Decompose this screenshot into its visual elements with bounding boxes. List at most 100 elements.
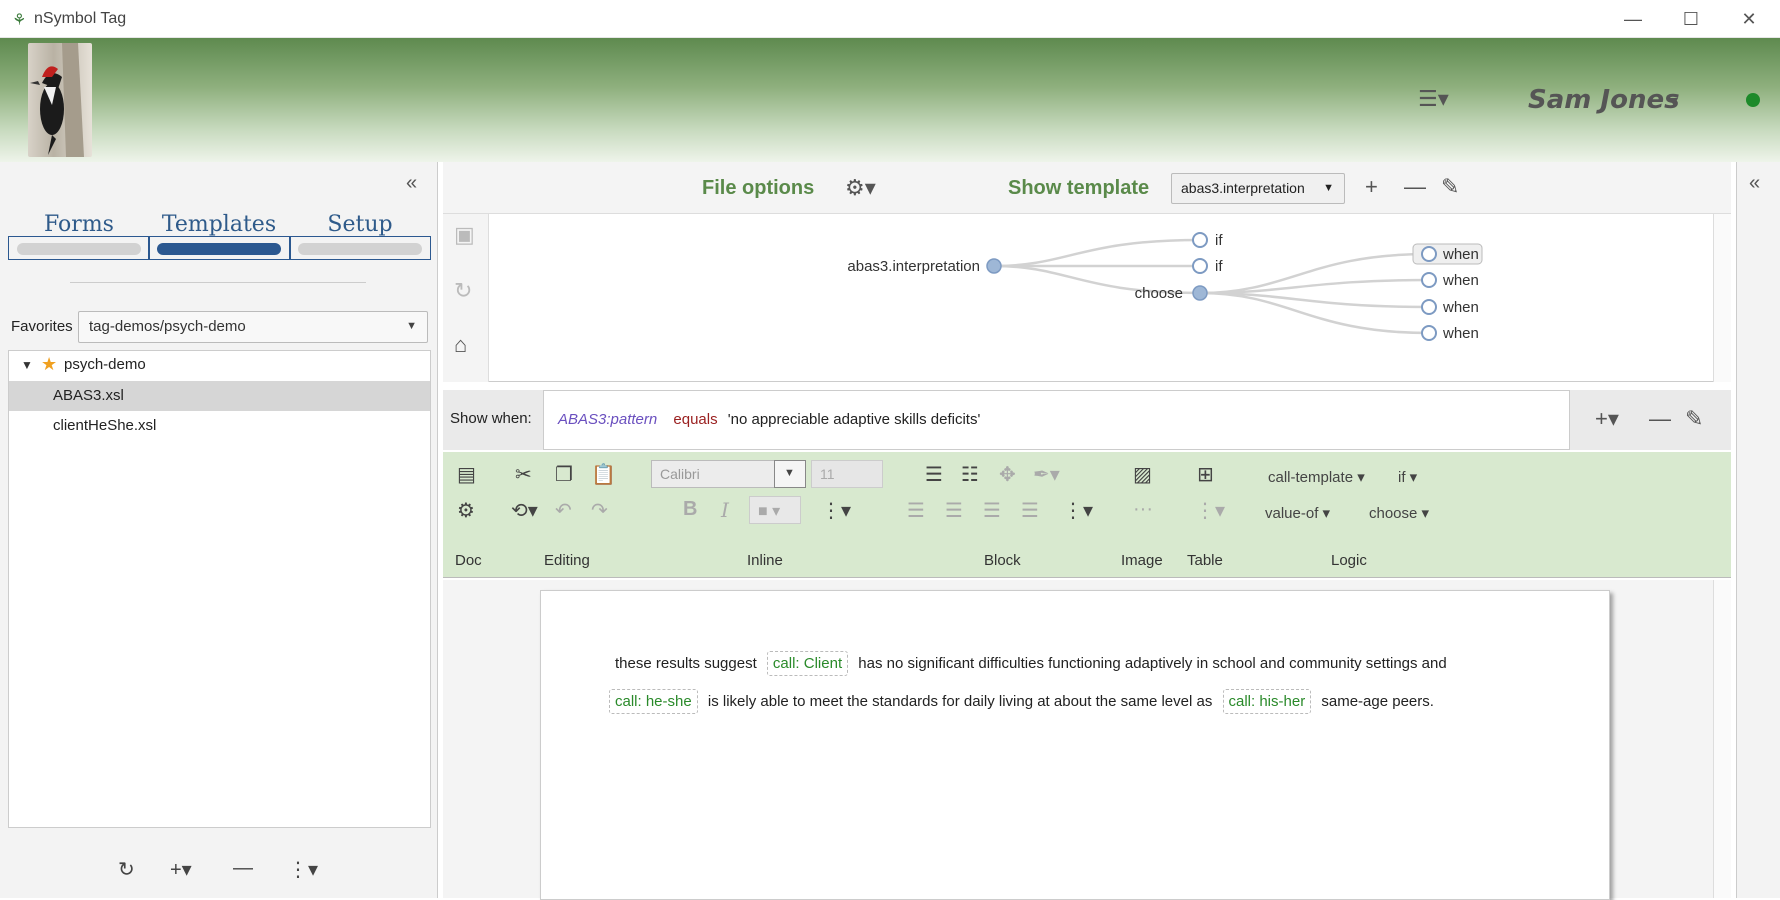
add-template-icon[interactable]: + — [1365, 174, 1378, 200]
chevron-down-icon: ▼ — [1323, 182, 1334, 194]
favorites-label: Favorites — [11, 318, 73, 335]
reload-icon[interactable]: ↻ — [454, 278, 472, 304]
font-size-select[interactable]: 11 — [811, 460, 883, 488]
template-toolbar: File options ⚙▾ Show template abas3.inte… — [443, 162, 1731, 214]
copy-icon[interactable]: ❐ — [555, 462, 573, 487]
remove-icon[interactable]: — — [233, 857, 253, 880]
title-bar: ⚘ nSymbol Tag — ☐ ✕ — [0, 0, 1780, 38]
file-options-label[interactable]: File options — [702, 177, 814, 200]
user-name[interactable]: Sam Jones — [1528, 85, 1680, 115]
node-if[interactable] — [1192, 232, 1208, 248]
tab-strip-border — [8, 236, 431, 260]
document-page[interactable]: these results suggest call: Client has n… — [540, 590, 1610, 900]
font-select[interactable]: Calibri — [651, 460, 775, 488]
justify-icon[interactable]: ☰ — [1021, 498, 1039, 523]
gear-menu-icon[interactable]: ⚙▾ — [845, 175, 876, 201]
node-choose[interactable] — [1192, 285, 1208, 301]
node-root[interactable] — [986, 258, 1002, 274]
edit-template-icon[interactable]: ✎ — [1441, 174, 1459, 200]
remove-template-icon[interactable]: — — [1404, 174, 1426, 200]
tree-folder-psych-demo[interactable]: ▼ ★ psych-demo — [9, 351, 430, 381]
find-replace-icon[interactable]: ⟲▾ — [511, 498, 538, 523]
call-he-she-chip[interactable]: call: he-she — [609, 689, 698, 714]
save-icon[interactable]: ▣ — [454, 222, 475, 248]
numbered-list-icon[interactable]: ☷ — [961, 462, 979, 487]
condition-variable: ABAS3:pattern — [558, 411, 658, 428]
more-menu-icon[interactable]: ⋮▾ — [288, 857, 318, 882]
edit-condition-icon[interactable]: ✎ — [1685, 406, 1703, 432]
chevron-down-icon: ▼ — [784, 467, 795, 479]
close-button[interactable]: ✕ — [1720, 0, 1778, 38]
connection-status-icon — [1746, 93, 1760, 107]
node-when[interactable] — [1421, 325, 1437, 341]
node-when[interactable] — [1421, 246, 1437, 262]
call-template-label: call-template — [1268, 469, 1354, 486]
show-when-bar: Show when: ABAS3:pattern equals 'no appr… — [443, 390, 1731, 450]
doc-text: has no significant difficulties function… — [858, 655, 1447, 672]
node-if-label: if — [1215, 258, 1223, 275]
condition-operator: equals — [673, 411, 718, 428]
refresh-icon[interactable]: ↻ — [118, 857, 135, 882]
image-more-icon[interactable]: ··· — [1133, 498, 1153, 521]
woodpecker-logo — [28, 43, 92, 157]
expand-triangle-icon[interactable]: ▼ — [21, 358, 33, 372]
node-if[interactable] — [1192, 258, 1208, 274]
node-when-label: when — [1443, 246, 1479, 263]
bold-icon[interactable]: B — [683, 498, 697, 521]
insert-table-icon[interactable]: ⊞ — [1197, 462, 1214, 487]
call-his-her-chip[interactable]: call: his-her — [1222, 689, 1312, 714]
template-select[interactable]: abas3.interpretation ▼ — [1171, 173, 1345, 204]
block-more-icon[interactable]: ⋮▾ — [1063, 498, 1093, 523]
italic-icon[interactable]: I — [721, 498, 729, 522]
tree-file-abas3[interactable]: ABAS3.xsl — [9, 381, 430, 411]
cut-icon[interactable]: ✂ — [515, 462, 532, 487]
node-when[interactable] — [1421, 299, 1437, 315]
condition-expression[interactable]: ABAS3:pattern equals 'no appreciable ada… — [543, 390, 1570, 450]
diagram-scrollbar[interactable] — [1713, 214, 1731, 382]
highlight-color-button[interactable]: ■ ▾ — [749, 496, 801, 524]
hamburger-menu-icon[interactable]: ☰▾ — [1418, 86, 1449, 112]
user-menu-caret-icon[interactable]: ▼ — [1667, 93, 1681, 109]
font-dropdown-button[interactable]: ▼ — [774, 460, 806, 488]
remove-condition-icon[interactable]: — — [1649, 406, 1671, 432]
align-left-icon[interactable]: ☰ — [907, 498, 925, 523]
doc-text: same-age peers. — [1321, 693, 1434, 710]
inline-more-icon[interactable]: ⋮▾ — [821, 498, 851, 523]
tab-setup-label: Setup — [327, 212, 393, 237]
bullet-list-icon[interactable]: ☰ — [925, 462, 943, 487]
call-template-dropdown[interactable]: call-template ▾ — [1268, 468, 1365, 486]
doc-settings-icon[interactable]: ⚙ — [457, 498, 475, 523]
choose-dropdown[interactable]: choose ▾ — [1369, 504, 1429, 522]
node-when[interactable] — [1421, 272, 1437, 288]
align-right-icon[interactable]: ☰ — [983, 498, 1001, 523]
choose-label: choose — [1369, 505, 1418, 522]
color-swatch-icon: ■ ▾ — [758, 503, 781, 520]
collapse-left-icon[interactable]: « — [406, 172, 417, 195]
document-scrollbar[interactable] — [1713, 580, 1731, 898]
style-pen-icon[interactable]: ✒▾ — [1033, 462, 1060, 487]
minimize-button[interactable]: — — [1604, 0, 1662, 38]
home-icon[interactable]: ⌂ — [454, 332, 467, 358]
page-view-icon[interactable]: ▤ — [457, 462, 476, 487]
tab-divider — [148, 236, 150, 260]
align-center-icon[interactable]: ☰ — [945, 498, 963, 523]
tree-file-clientheshe[interactable]: clientHeShe.xsl — [9, 411, 430, 441]
insert-image-icon[interactable]: ▨ — [1133, 462, 1152, 487]
expand-right-icon[interactable]: « — [1749, 172, 1760, 195]
favorites-select[interactable]: tag-demos/psych-demo ▼ — [78, 311, 428, 343]
condition-value: 'no appreciable adaptive skills deficits… — [727, 411, 981, 428]
add-menu-icon[interactable]: +▾ — [170, 857, 192, 882]
window-title: nSymbol Tag — [34, 10, 127, 27]
file-tree: ▼ ★ psych-demo ABAS3.xsl clientHeShe.xsl — [8, 350, 431, 828]
maximize-button[interactable]: ☐ — [1662, 0, 1720, 38]
add-condition-icon[interactable]: +▾ — [1595, 406, 1619, 432]
redo-icon[interactable]: ↷ — [591, 498, 608, 523]
move-icon[interactable]: ✥ — [999, 462, 1016, 487]
undo-icon[interactable]: ↶ — [555, 498, 572, 523]
table-more-icon[interactable]: ⋮▾ — [1195, 498, 1225, 523]
group-block-label: Block — [984, 552, 1021, 569]
paste-icon[interactable]: 📋 — [591, 462, 616, 487]
if-dropdown[interactable]: if ▾ — [1398, 468, 1417, 486]
call-client-chip[interactable]: call: Client — [766, 651, 849, 676]
value-of-dropdown[interactable]: value-of ▾ — [1265, 504, 1330, 522]
